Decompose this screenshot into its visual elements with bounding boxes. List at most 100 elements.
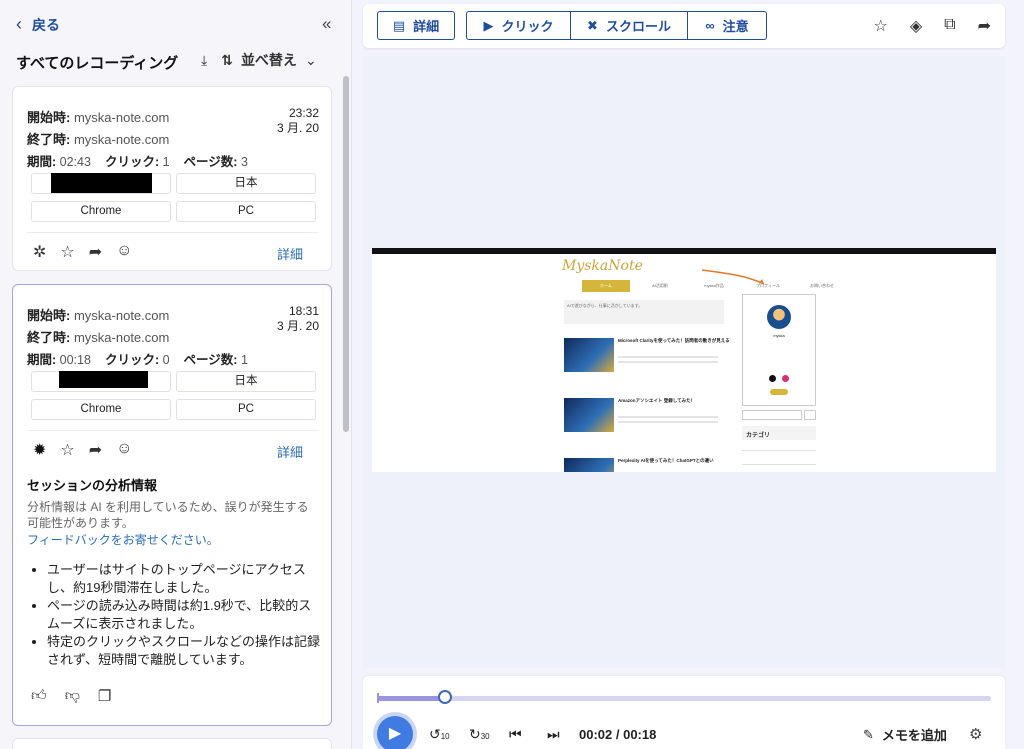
recording-timestamp: 23:32 3 月. 20 (277, 106, 319, 136)
browser-pill: Chrome (31, 201, 171, 222)
start-row: 開始時: myska-note.com (27, 107, 169, 126)
detail-button[interactable]: ▤ 詳細 (377, 11, 455, 40)
download-icon[interactable]: ⤓ (201, 52, 207, 69)
stats-row: 期間: 00:18 クリック: 0 ページ数: 1 (27, 349, 248, 368)
site-intro: AIで遊びながら、仕事に活かしています。 (564, 300, 724, 324)
detail-button-label: 詳細 (413, 19, 440, 34)
thumbs-up-icon[interactable]: 👍︎ (31, 687, 47, 705)
share-icon[interactable]: ➦ (978, 16, 991, 36)
stats-row: 期間: 02:43 クリック: 1 ページ数: 3 (27, 151, 248, 170)
panel-icon: ▤ (392, 17, 406, 33)
star-icon[interactable]: ☆ (60, 242, 74, 262)
post-title: Microsoft Clarityを使ってみた！訪問者の動きが見える (618, 338, 730, 343)
user-icon[interactable]: ☺ (116, 440, 132, 460)
thumbs-down-icon[interactable]: 👎︎ (65, 687, 80, 705)
play-button[interactable]: ▶ (377, 716, 413, 749)
card-actions: ✲ ☆ ➦ ☺ (33, 242, 133, 262)
follow-button (770, 389, 788, 395)
ai-insight-icon[interactable]: ✲ (33, 242, 46, 262)
card-divider (27, 232, 319, 233)
category-divider (742, 464, 816, 465)
end-row: 終了時: myska-note.com (27, 327, 169, 346)
site-search-button (804, 410, 816, 420)
sort-button[interactable]: ⇅ 並べ替え ⌄ (221, 50, 316, 70)
star-icon[interactable]: ☆ (874, 16, 888, 36)
recording-timestamp: 18:31 3 月. 20 (277, 304, 319, 334)
start-row: 開始時: myska-note.com (27, 305, 169, 324)
detail-link[interactable]: 詳細 (277, 244, 303, 263)
pages-label: ページ数: (183, 353, 238, 367)
recording-time: 23:32 (288, 106, 319, 120)
start-value: myska-note.com (73, 110, 170, 125)
click-mode-button[interactable]: ▶ クリック (467, 12, 571, 39)
country-pill: 日本 (176, 371, 316, 392)
instagram-icon (782, 375, 789, 382)
site-profile-box: myska (742, 294, 816, 406)
duration-label: 期間: (27, 155, 57, 169)
profile-name: myska (773, 333, 785, 338)
rewind-button[interactable]: ↺10 (429, 726, 450, 743)
gear-icon[interactable]: ⚙ (969, 725, 982, 743)
end-row: 終了時: myska-note.com (27, 129, 169, 148)
recording-card[interactable]: 開始時: myska-note.com 終了時: myska-note.com … (12, 86, 332, 271)
copy-icon[interactable]: ❐ (98, 687, 111, 705)
end-label: 終了時: (27, 132, 71, 147)
clicks-value: 1 (162, 155, 170, 169)
click-mode-label: クリック (501, 19, 554, 34)
clicks-value: 0 (162, 353, 170, 367)
card-actions: ✹ ☆ ➦ ☺ (33, 440, 133, 460)
back-button[interactable]: ‹ 戻る (16, 14, 60, 35)
sort-icon: ⇅ (221, 51, 233, 68)
scroll-icon: ✖ (587, 17, 598, 33)
duration-label: 期間: (27, 353, 57, 367)
attention-mode-button[interactable]: ∞ 注意 (688, 12, 766, 39)
recording-card-selected[interactable]: 開始時: myska-note.com 終了時: myska-note.com … (12, 284, 332, 726)
clicks-label: クリック: (104, 155, 160, 169)
viewer-toolbar: ▤ 詳細 ▶ クリック ✖ スクロール ∞ 注意 ☆ ◈ ⧉ ➦ (363, 4, 1005, 48)
ai-insight-icon[interactable]: ✹ (33, 440, 46, 460)
recording-date: 3 月. 20 (276, 121, 319, 135)
open-external-icon[interactable]: ⧉ (944, 16, 955, 36)
list-scrollbar[interactable] (343, 76, 349, 432)
card-divider (27, 430, 319, 431)
share-icon[interactable]: ➦ (89, 242, 102, 262)
add-memo-button[interactable]: ✎ メモを追加 (863, 725, 947, 744)
collapse-panel-icon[interactable]: « (322, 14, 331, 34)
analysis-title: セッションの分析情報 (27, 478, 158, 493)
start-value: myska-note.com (73, 308, 170, 323)
pages-label: ページ数: (183, 155, 238, 169)
rewind-seconds: 10 (440, 732, 450, 741)
scroll-mode-label: スクロール (605, 19, 671, 34)
redacted-block (59, 371, 148, 388)
feedback-link[interactable]: フィードバックをお寄せください。 (27, 531, 219, 548)
mask-icon[interactable]: ◈ (910, 16, 922, 36)
timeline-handle[interactable] (437, 690, 452, 704)
redacted-block (51, 173, 152, 193)
scroll-mode-button[interactable]: ✖ スクロール (571, 12, 688, 39)
pages-value: 3 (240, 155, 248, 169)
skip-forward-icon[interactable]: ⏭︎ (547, 726, 560, 743)
forward-button[interactable]: ↻30 (469, 726, 490, 743)
analysis-disclaimer: 分析情報は AI を利用しているため、誤りが発生する可能性があります。 (27, 500, 309, 530)
star-icon[interactable]: ☆ (60, 440, 74, 460)
mode-toggle-group: ▶ クリック ✖ スクロール ∞ 注意 (466, 11, 767, 40)
list-title: すべてのレコーディング (16, 55, 179, 72)
browser-pill: Chrome (31, 399, 171, 420)
list-toolbar: ⤓ ⇅ 並べ替え ⌄ (201, 50, 317, 70)
end-label: 終了時: (27, 330, 71, 345)
site-post: Amazonアソシエイト 登録してみた！ (564, 398, 732, 434)
post-text-line (618, 416, 718, 418)
timeline-track[interactable] (377, 696, 991, 701)
user-icon[interactable]: ☺ (116, 242, 132, 262)
glasses-icon: ∞ (705, 18, 715, 33)
feedback-actions: 👍︎ 👎︎ ❐ (31, 687, 111, 705)
recording-card[interactable] (12, 738, 332, 749)
clicks-label: クリック: (104, 353, 160, 367)
post-text-line (618, 421, 718, 423)
category-divider (742, 450, 816, 451)
chevron-left-icon: ‹ (16, 14, 22, 34)
share-icon[interactable]: ➦ (89, 440, 102, 460)
detail-link[interactable]: 詳細 (277, 442, 303, 461)
skip-back-icon[interactable]: ⏮︎ (509, 726, 522, 743)
post-thumbnail (564, 338, 614, 372)
